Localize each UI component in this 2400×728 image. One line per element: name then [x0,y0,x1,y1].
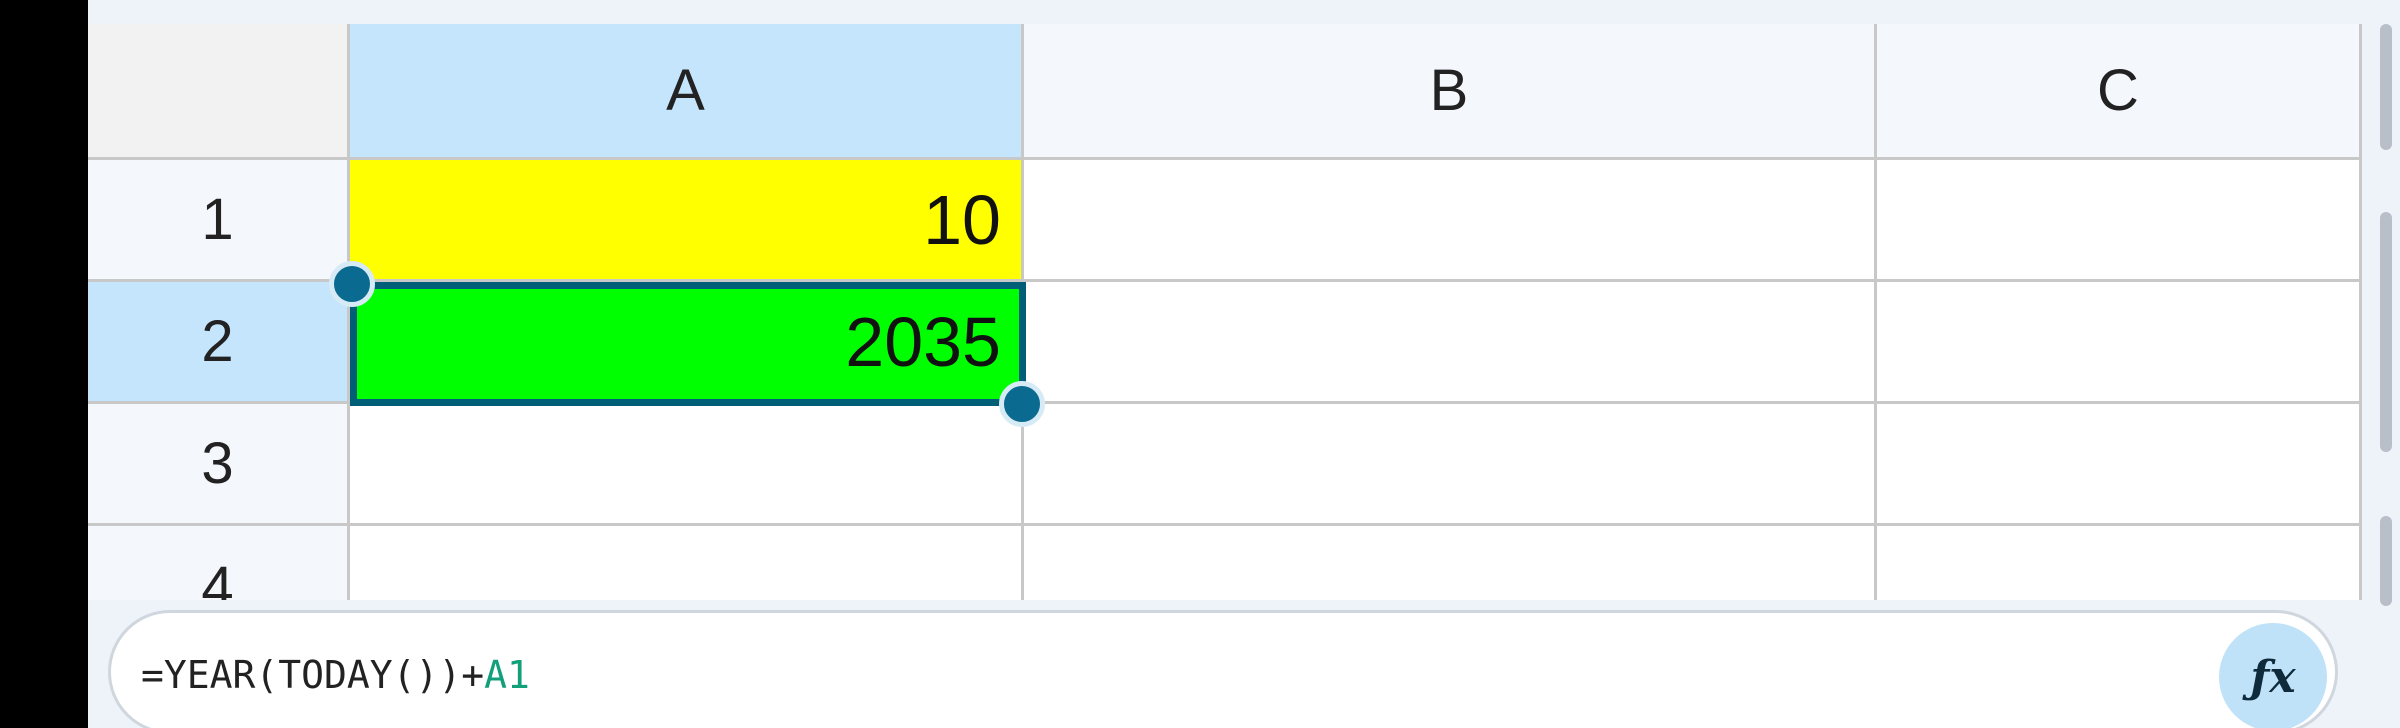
formula-cell-reference: A1 [484,653,530,697]
sheet-grid[interactable]: A B C 1 2 3 4 10 2035 [88,24,2362,600]
column-header-a[interactable]: A [350,24,1024,160]
formula-text[interactable]: =YEAR(TODAY())+A1 [141,653,530,697]
formula-expression: =YEAR(TODAY())+ [141,653,485,697]
select-all-corner[interactable] [88,24,350,160]
spreadsheet-app: A B C 1 2 3 4 10 2035 =YEAR(TODAY())+A1 … [88,0,2400,728]
cell-a3[interactable] [350,404,1024,526]
column-header-c[interactable]: C [1877,24,2362,160]
cell-c4[interactable] [1877,526,2362,600]
row-header-1[interactable]: 1 [88,160,350,282]
selection-handle-bottom-right[interactable] [999,381,1045,427]
row-header-3[interactable]: 3 [88,404,350,526]
cell-c3[interactable] [1877,404,2362,526]
scrollbar-top[interactable] [2380,24,2392,150]
row-header-2[interactable]: 2 [88,282,350,404]
cell-b1[interactable] [1024,160,1877,282]
cell-c1[interactable] [1877,160,2362,282]
cell-a1[interactable]: 10 [350,160,1024,282]
cell-a2[interactable]: 2035 [350,282,1024,404]
cell-b2[interactable] [1024,282,1877,404]
formula-bar[interactable]: =YEAR(TODAY())+A1 ƒx [108,610,2338,728]
scrollbar-middle[interactable] [2380,212,2392,452]
row-header-4[interactable]: 4 [88,526,350,600]
toolbar-strip [88,0,2400,24]
scrollbar-bottom[interactable] [2380,516,2392,606]
function-fx-icon[interactable]: ƒx [2219,623,2327,728]
column-header-b[interactable]: B [1024,24,1877,160]
cell-a4[interactable] [350,526,1024,600]
selection-handle-top-left[interactable] [329,261,375,307]
cell-c2[interactable] [1877,282,2362,404]
cell-b3[interactable] [1024,404,1877,526]
cell-b4[interactable] [1024,526,1877,600]
